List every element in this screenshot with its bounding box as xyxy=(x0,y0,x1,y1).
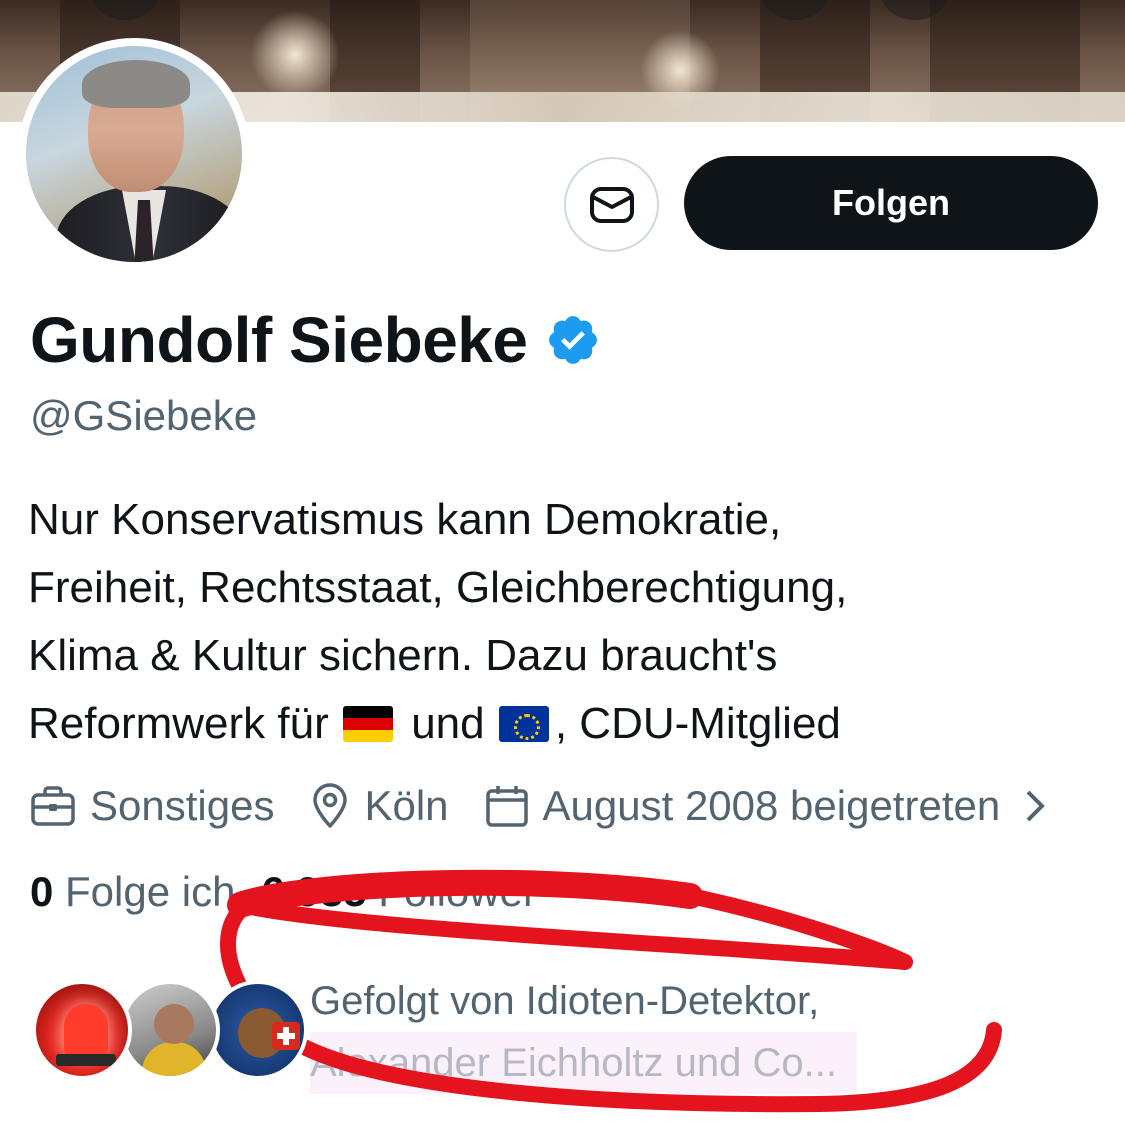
followed-by-text[interactable]: Gefolgt von Idioten-Detektor, Alexander … xyxy=(310,970,930,1094)
meta-category: Sonstiges xyxy=(30,782,274,830)
avatar[interactable] xyxy=(18,38,250,270)
verified-badge-icon[interactable] xyxy=(545,312,601,368)
username-handle: @GSiebeke xyxy=(30,392,258,439)
following-label: Folge ich xyxy=(65,868,236,915)
follow-button[interactable]: Folgen xyxy=(684,156,1098,250)
bio-text: Reformwerk für xyxy=(28,699,329,748)
bio-line: Nur Konservatismus kann Demokratie, xyxy=(28,495,782,544)
follower-avatar xyxy=(208,980,308,1080)
follower-avatar xyxy=(120,980,220,1080)
chevron-right-icon[interactable] xyxy=(1020,786,1050,826)
bio-text: und xyxy=(411,699,485,748)
avatar-image xyxy=(26,46,242,262)
follow-counts: 0 Folge ich 6.935 Follower xyxy=(30,868,537,916)
meta-location: Köln xyxy=(310,782,449,830)
bio-line: Freiheit, Rechtsstaat, Gleichberechtigun… xyxy=(28,563,848,612)
calendar-icon xyxy=(485,786,528,827)
profile-page: Folgen Gundolf Siebeke @GSiebeke Nur Kon… xyxy=(0,0,1125,1126)
followers-count: 6.935 xyxy=(261,868,367,915)
german-flag-icon xyxy=(342,706,393,742)
eu-flag-icon xyxy=(498,706,549,742)
message-button[interactable] xyxy=(564,157,659,252)
meta-location-label: Köln xyxy=(364,782,449,829)
followers-link[interactable]: 6.935 Follower xyxy=(261,868,537,915)
bio-line: Reformwerk für und , CDU-Mitglied xyxy=(28,690,1108,758)
following-count: 0 xyxy=(30,868,54,915)
name-row: Gundolf Siebeke xyxy=(30,300,601,380)
following-link[interactable]: 0 Folge ich xyxy=(30,868,235,915)
display-name: Gundolf Siebeke xyxy=(30,304,528,376)
followed-by-line: Gefolgt von Idioten-Detektor, xyxy=(310,979,820,1023)
banner-decor xyxy=(250,10,340,100)
meta-joined: August 2008 beigetreten xyxy=(485,782,1065,830)
meta-category-label: Sonstiges xyxy=(90,782,275,829)
profile-bio: Nur Konservatismus kann Demokratie, Frei… xyxy=(28,486,1108,758)
location-pin-icon xyxy=(313,783,348,828)
followers-label: Follower xyxy=(378,868,537,915)
briefcase-icon xyxy=(31,786,75,826)
bio-text: , CDU-Mitglied xyxy=(554,699,841,748)
meta-joined-label: August 2008 beigetreten xyxy=(542,782,1001,829)
envelope-icon xyxy=(589,186,634,223)
followed-by-avatars[interactable] xyxy=(32,980,308,1084)
bio-line: Klima & Kultur sichern. Dazu braucht's xyxy=(28,631,778,680)
followed-by-line: Alexander Eichholtz und Co... xyxy=(310,1032,857,1094)
profile-meta: Sonstiges Köln August 2008 beigetreten xyxy=(30,778,1125,834)
follower-avatar xyxy=(32,980,132,1080)
